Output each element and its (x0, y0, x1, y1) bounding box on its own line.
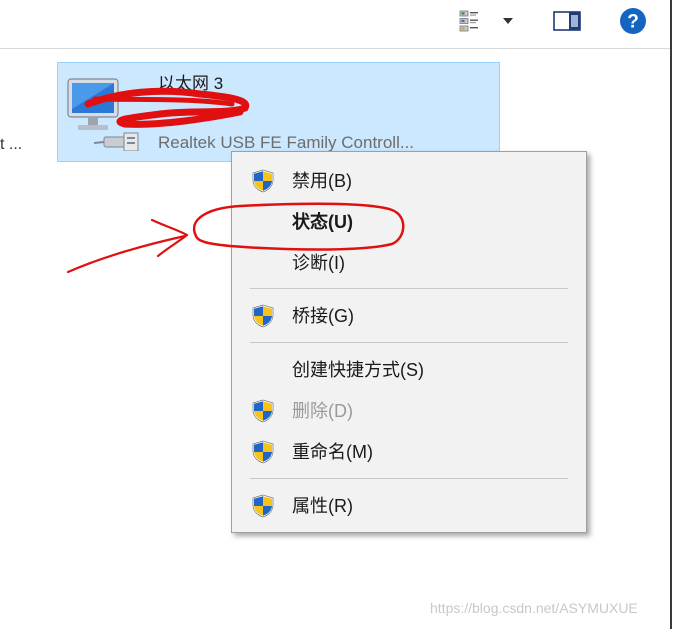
menu-separator (250, 478, 568, 479)
shield-icon (250, 304, 276, 328)
menu-item-create-shortcut[interactable]: 创建快捷方式(S) (232, 351, 586, 387)
menu-separator (250, 288, 568, 289)
adapter-device-name: Realtek USB FE Family Controll... (158, 133, 415, 152)
view-options-icon[interactable] (455, 8, 483, 34)
menu-item-label: 状态(U) (292, 212, 353, 232)
menu-item-label: 删除(D) (292, 401, 353, 421)
menu-item-label: 诊断(I) (292, 253, 345, 273)
truncated-item-label[interactable]: t ... (0, 136, 22, 154)
menu-item-rename[interactable]: 重命名(M) (232, 433, 586, 469)
svg-text:?: ? (627, 12, 639, 33)
context-menu: 禁用(B) 状态(U) 诊断(I) 桥接(G) 创建快捷方式(S) 删除(D) … (231, 151, 587, 533)
shield-icon (250, 399, 276, 423)
window-gutter (672, 0, 678, 629)
command-bar: ? (0, 0, 670, 49)
shield-icon (250, 169, 276, 193)
menu-item-label: 创建快捷方式(S) (292, 360, 424, 380)
menu-item-status[interactable]: 状态(U) (232, 203, 586, 239)
arrow-annotation (66, 234, 187, 274)
menu-item-label: 桥接(G) (292, 306, 354, 326)
preview-pane-icon[interactable] (552, 8, 582, 34)
menu-separator (250, 342, 568, 343)
dropdown-arrow-icon[interactable] (499, 8, 517, 34)
menu-item-label: 禁用(B) (292, 171, 352, 191)
menu-item-label: 属性(R) (292, 496, 353, 516)
shield-icon (250, 440, 276, 464)
adapter-name: 以太网 3 (158, 74, 224, 93)
menu-item-bridge[interactable]: 桥接(G) (232, 297, 586, 333)
network-adapter-icon (64, 73, 148, 152)
menu-item-properties[interactable]: 属性(R) (232, 487, 586, 523)
menu-item-delete[interactable]: 删除(D) (232, 392, 586, 428)
watermark: https://blog.csdn.net/ASYMUXUE (430, 600, 638, 616)
network-adapter-item[interactable]: 以太网 3 Realtek USB FE Family Controll... (57, 62, 500, 162)
menu-item-diagnose[interactable]: 诊断(I) (232, 244, 586, 280)
menu-item-disable[interactable]: 禁用(B) (232, 162, 586, 198)
menu-item-label: 重命名(M) (292, 442, 373, 462)
arrow-annotation (150, 218, 189, 258)
help-icon[interactable]: ? (619, 8, 647, 34)
shield-icon (250, 494, 276, 518)
